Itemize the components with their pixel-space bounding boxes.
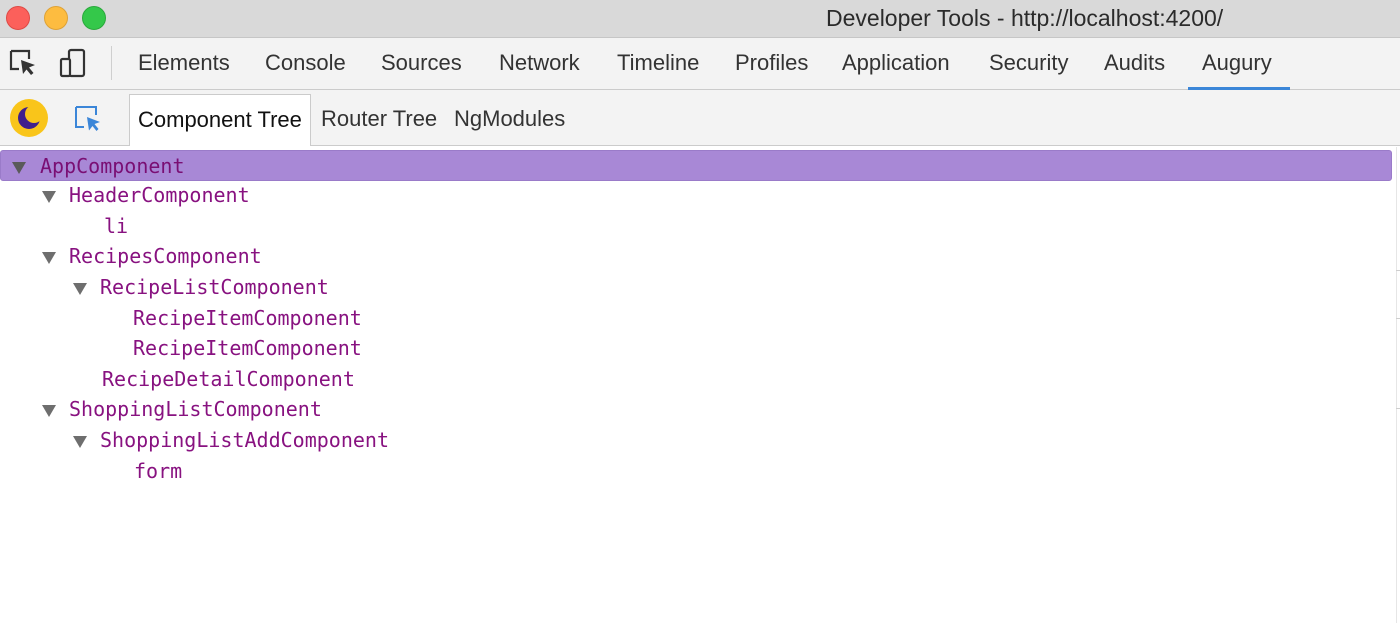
minimize-window-button[interactable] xyxy=(44,6,68,30)
tree-node-recipe-list-component[interactable]: RecipeListComponent xyxy=(0,272,1392,303)
tree-node-li[interactable]: li xyxy=(0,211,1392,242)
device-toolbar-icon[interactable] xyxy=(58,48,88,78)
component-tree: AppComponent HeaderComponent li RecipesC… xyxy=(0,147,1400,623)
tree-node-header-component[interactable]: HeaderComponent xyxy=(0,180,1392,211)
tab-router-tree[interactable]: Router Tree xyxy=(313,94,445,146)
expand-caret-icon[interactable] xyxy=(73,436,87,448)
tree-node-recipes-component[interactable]: RecipesComponent xyxy=(0,241,1392,272)
tab-console[interactable]: Console xyxy=(265,38,346,90)
scroll-tick xyxy=(1396,318,1400,319)
tree-node-shopping-list-add-component[interactable]: ShoppingListAddComponent xyxy=(0,425,1392,456)
close-window-button[interactable] xyxy=(6,6,30,30)
tab-elements[interactable]: Elements xyxy=(138,38,230,90)
tree-node-recipe-item-component[interactable]: RecipeItemComponent xyxy=(0,303,1392,334)
select-component-icon[interactable] xyxy=(73,104,103,134)
tab-ngmodules[interactable]: NgModules xyxy=(446,94,573,146)
tab-audits[interactable]: Audits xyxy=(1104,38,1165,90)
tree-node-recipe-item-component[interactable]: RecipeItemComponent xyxy=(0,333,1392,364)
augury-toolbar: Component Tree Router Tree NgModules xyxy=(0,90,1400,146)
tree-node-form[interactable]: form xyxy=(0,456,1392,487)
window-title: Developer Tools - http://localhost:4200/ xyxy=(826,5,1224,31)
scroll-tick xyxy=(1396,270,1400,271)
scroll-tick xyxy=(1396,408,1400,409)
expand-caret-icon[interactable] xyxy=(42,405,56,417)
expand-caret-icon[interactable] xyxy=(12,162,26,174)
tab-application[interactable]: Application xyxy=(842,38,950,90)
tab-network[interactable]: Network xyxy=(499,38,580,90)
inspect-element-icon[interactable] xyxy=(8,48,38,78)
zoom-window-button[interactable] xyxy=(82,6,106,30)
augury-moon-icon[interactable] xyxy=(9,98,49,138)
tab-timeline[interactable]: Timeline xyxy=(617,38,699,90)
expand-caret-icon[interactable] xyxy=(42,252,56,264)
toolbar-divider xyxy=(111,46,112,80)
panel-scroll-edge[interactable] xyxy=(1396,147,1397,623)
tree-node-recipe-detail-component[interactable]: RecipeDetailComponent xyxy=(0,364,1392,395)
tab-component-tree[interactable]: Component Tree xyxy=(129,94,311,146)
expand-caret-icon[interactable] xyxy=(42,191,56,203)
tree-node-shopping-list-component[interactable]: ShoppingListComponent xyxy=(0,394,1392,425)
devtools-tab-bar: Elements Console Sources Network Timelin… xyxy=(0,38,1400,90)
tab-security[interactable]: Security xyxy=(989,38,1068,90)
tab-sources[interactable]: Sources xyxy=(381,38,462,90)
window-titlebar: Developer Tools - http://localhost:4200/ xyxy=(0,0,1400,38)
expand-caret-icon[interactable] xyxy=(73,283,87,295)
tree-node-app-component[interactable]: AppComponent xyxy=(0,150,1392,181)
tab-augury[interactable]: Augury xyxy=(1188,38,1290,90)
tab-profiles[interactable]: Profiles xyxy=(735,38,808,90)
